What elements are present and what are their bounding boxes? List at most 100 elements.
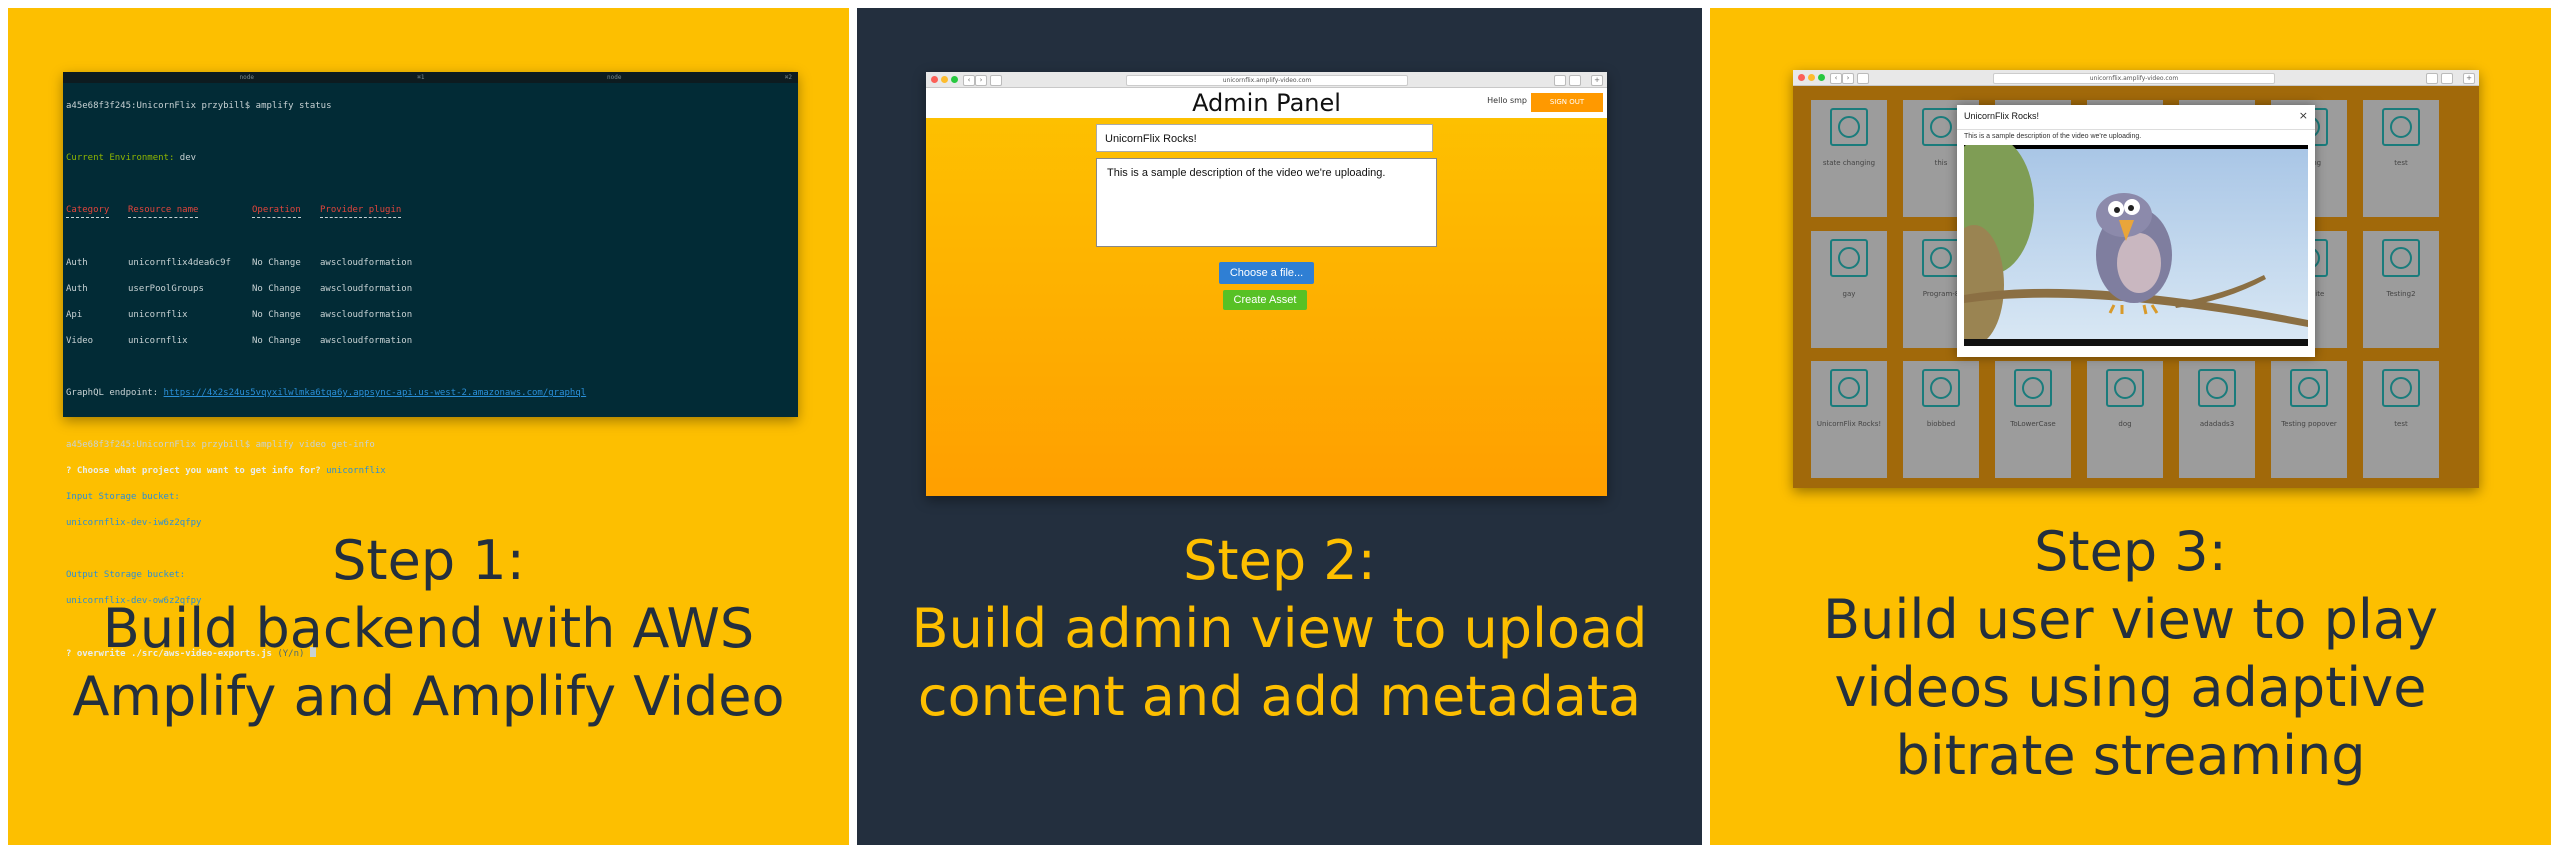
video-tile[interactable]: state changing <box>1811 100 1887 217</box>
address-bar[interactable]: unicornflix.amplify-video.com <box>1993 73 2275 84</box>
tabs-icon[interactable] <box>1569 75 1581 86</box>
terminal-tab-1[interactable]: node ⌘1 <box>63 72 431 83</box>
react-logo-icon <box>2382 108 2420 146</box>
browser-toolbar: ‹ › unicornflix.amplify-video.com + <box>1793 70 2479 86</box>
status-table-header: Category Resource name Operation Provider p… <box>66 204 795 218</box>
step3-line3: bitrate streaming <box>1895 724 2366 787</box>
user-browser-window: ‹ › unicornflix.amplify-video.com + stat… <box>1793 70 2479 488</box>
new-tab-icon[interactable]: + <box>2463 73 2475 84</box>
question-line: ? Choose what project you want to get in… <box>66 465 795 478</box>
create-asset-button[interactable]: Create Asset <box>1223 290 1307 310</box>
video-tile[interactable]: test <box>2363 100 2439 217</box>
env-value: dev <box>179 153 197 163</box>
header-operation: Operation <box>252 204 301 218</box>
react-logo-icon <box>2014 369 2052 407</box>
cell: awscloudformation <box>320 336 413 346</box>
sign-out-button[interactable]: SIGN OUT <box>1531 93 1603 112</box>
video-player[interactable] <box>1964 145 2308 346</box>
video-tile[interactable]: biobbed <box>1903 361 1979 478</box>
video-tile-title: biobbed <box>1926 420 1956 428</box>
video-tile[interactable]: Testing2 <box>2363 231 2439 348</box>
terminal-tab-shortcut: ⌘2 <box>784 74 792 81</box>
react-logo-icon <box>1922 239 1960 277</box>
modal-description: This is a sample description of the vide… <box>1964 133 2142 140</box>
input-bucket-label: Input Storage bucket: <box>66 492 180 502</box>
cell: Api <box>66 310 83 320</box>
share-icon[interactable] <box>2426 73 2438 84</box>
react-logo-icon <box>1922 369 1960 407</box>
video-tile[interactable]: gay <box>1811 231 1887 348</box>
cell: awscloudformation <box>320 310 413 320</box>
close-window-icon[interactable] <box>931 76 938 83</box>
terminal-tab-label: node <box>607 74 622 81</box>
sidebar-icon[interactable] <box>1857 73 1869 84</box>
video-tile-title: Testing2 <box>2386 290 2416 298</box>
forward-icon[interactable]: › <box>1842 73 1854 84</box>
video-tile[interactable]: Testing popover <box>2271 361 2347 478</box>
video-tile[interactable]: ToLowerCase <box>1995 361 2071 478</box>
minimize-window-icon[interactable] <box>1808 74 1815 81</box>
react-logo-icon <box>2382 369 2420 407</box>
address-bar[interactable]: unicornflix.amplify-video.com <box>1126 75 1408 86</box>
maximize-window-icon[interactable] <box>1818 74 1825 81</box>
table-row: Auth userPoolGroups No Change awscloudforma… <box>66 283 795 296</box>
greeting: Hello smp <box>1487 96 1527 105</box>
video-description-textarea[interactable]: This is a sample description of the vide… <box>1096 158 1437 247</box>
step1-caption: Step 1: Build backend with AWS Amplify a… <box>8 527 849 731</box>
back-icon[interactable]: ‹ <box>1830 73 1842 84</box>
admin-browser-window: ‹ › unicornflix.amplify-video.com + Admi… <box>926 72 1607 496</box>
sidebar-icon[interactable] <box>990 75 1002 86</box>
step2-caption: Step 2: Build admin view to upload conte… <box>857 527 1702 731</box>
terminal-prompt: a45e68f3f245:UnicornFlix przybill$ ampli… <box>66 101 332 111</box>
terminal-window[interactable]: node ⌘1 node ⌘2 a45e68f3f245:UnicornFlix p… <box>63 72 799 659</box>
cell: awscloudformation <box>320 258 413 268</box>
video-tile-title: dog <box>2118 420 2132 428</box>
new-tab-icon[interactable]: + <box>1591 75 1603 86</box>
video-tile[interactable]: UnicornFlix Rocks! <box>1811 361 1887 478</box>
back-icon[interactable]: ‹ <box>963 75 975 86</box>
close-window-icon[interactable] <box>1798 74 1805 81</box>
step2-line1: Build admin view to upload <box>911 597 1648 660</box>
cell: No Change <box>252 336 301 346</box>
tabs-icon[interactable] <box>2441 73 2453 84</box>
video-tile-title: gay <box>1842 290 1856 298</box>
step2-heading: Step 2: <box>1183 529 1376 592</box>
video-frame-bird-image <box>1964 145 2308 346</box>
react-logo-icon <box>2382 239 2420 277</box>
step2-line2: content and add metadata <box>917 665 1642 728</box>
cell: unicornflix <box>128 310 188 320</box>
maximize-window-icon[interactable] <box>951 76 958 83</box>
react-logo-icon <box>2106 369 2144 407</box>
step3-line1: Build user view to play <box>1823 588 2438 651</box>
header-category: Category <box>66 204 110 218</box>
cell: No Change <box>252 284 301 294</box>
step3-heading: Step 3: <box>2034 520 2227 583</box>
video-tile-title: Testing popover <box>2281 420 2337 428</box>
react-logo-icon <box>1830 108 1868 146</box>
graphql-line: GraphQL endpoint: https://4x2s24us5vqyxi… <box>66 387 795 400</box>
terminal-tab-2[interactable]: node ⌘2 <box>431 72 799 83</box>
react-logo-icon <box>1922 108 1960 146</box>
minimize-window-icon[interactable] <box>941 76 948 83</box>
share-icon[interactable] <box>1554 75 1566 86</box>
video-tile[interactable]: adadads3 <box>2179 361 2255 478</box>
step1-panel: node ⌘1 node ⌘2 a45e68f3f245:UnicornFlix p… <box>8 8 849 845</box>
video-modal: UnicornFlix Rocks! × This is a sample de… <box>1957 105 2315 357</box>
cell: No Change <box>252 258 301 268</box>
video-tile[interactable]: dog <box>2087 361 2163 478</box>
cell: Auth <box>66 258 88 268</box>
video-tile[interactable]: test <box>2363 361 2439 478</box>
cell: No Change <box>252 310 301 320</box>
react-logo-icon <box>2198 369 2236 407</box>
forward-icon[interactable]: › <box>975 75 987 86</box>
react-logo-icon <box>2290 369 2328 407</box>
step3-panel: ‹ › unicornflix.amplify-video.com + stat… <box>1710 8 2551 845</box>
step3-caption: Step 3: Build user view to play videos u… <box>1710 518 2551 790</box>
terminal-prompt: a45e68f3f245:UnicornFlix przybill$ ampli… <box>66 440 375 450</box>
step1-heading: Step 1: <box>332 529 525 592</box>
choose-file-button[interactable]: Choose a file... <box>1219 262 1314 284</box>
video-title-input[interactable]: UnicornFlix Rocks! <box>1096 124 1433 152</box>
graphql-url-link[interactable]: https://4x2s24us5vqyxilwlmka6tqa6y.appsy… <box>164 388 587 398</box>
video-tile-title: test <box>2394 159 2408 167</box>
close-icon[interactable]: × <box>2299 109 2308 122</box>
